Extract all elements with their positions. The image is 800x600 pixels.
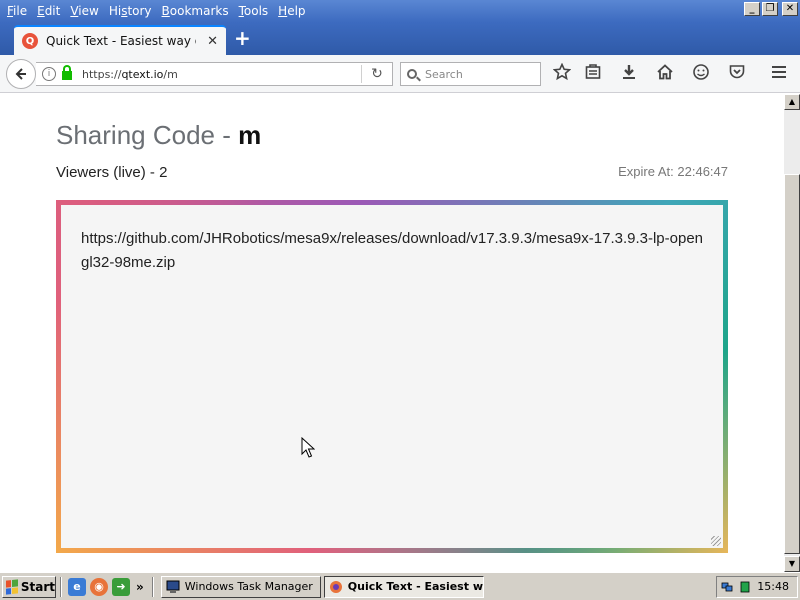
tab-quick-text[interactable]: Q Quick Text - Easiest way of o... ✕ bbox=[14, 25, 226, 55]
mouse-cursor-icon bbox=[301, 437, 315, 458]
tab-strip: Q Quick Text - Easiest way of o... ✕ + bbox=[0, 22, 800, 55]
close-window-button[interactable]: ✕ bbox=[782, 2, 798, 16]
clock: 15:48 bbox=[757, 580, 789, 593]
menu-edit[interactable]: Edit bbox=[32, 0, 65, 22]
menu-bar: File Edit View History Bookmarks Tools H… bbox=[0, 0, 311, 22]
taskbar: Start e ◉ ➜ » Windows Task Manager Quick… bbox=[0, 572, 800, 600]
search-icon bbox=[407, 69, 417, 79]
back-button[interactable] bbox=[6, 59, 36, 89]
page-content: Sharing Code - m Viewers (live) - 2 Expi… bbox=[0, 94, 784, 572]
vertical-scrollbar[interactable]: ▲ ▼ bbox=[784, 94, 800, 572]
quick-text-favicon-icon: Q bbox=[22, 33, 38, 49]
taskbar-separator bbox=[151, 576, 154, 597]
tab-close-icon[interactable]: ✕ bbox=[207, 34, 218, 49]
editor-gradient-frame: https://github.com/JHRobotics/mesa9x/rel… bbox=[56, 200, 728, 553]
network-icon[interactable] bbox=[721, 581, 733, 593]
menu-view[interactable]: View bbox=[65, 0, 103, 22]
downloads-icon[interactable] bbox=[618, 63, 640, 85]
show-desktop-icon[interactable]: ➜ bbox=[112, 577, 130, 596]
shared-text: https://github.com/JHRobotics/mesa9x/rel… bbox=[81, 230, 704, 271]
windows-logo-icon bbox=[6, 578, 18, 595]
quicklaunch-more-icon[interactable]: » bbox=[136, 580, 144, 594]
lock-icon bbox=[62, 65, 72, 80]
scroll-thumb[interactable] bbox=[784, 174, 800, 554]
bookmark-star-icon[interactable] bbox=[551, 62, 573, 85]
menu-history[interactable]: History bbox=[104, 0, 157, 22]
back-arrow-icon bbox=[15, 68, 26, 80]
start-button[interactable]: Start bbox=[2, 575, 56, 598]
home-icon[interactable] bbox=[654, 63, 676, 85]
battery-icon[interactable] bbox=[739, 581, 751, 593]
menu-file-label: ile bbox=[13, 4, 28, 18]
restore-button[interactable]: ❐ bbox=[762, 2, 778, 16]
task-windows-task-manager[interactable]: Windows Task Manager bbox=[160, 575, 321, 598]
pocket-icon[interactable] bbox=[726, 63, 748, 85]
reload-icon[interactable]: ↻ bbox=[362, 66, 392, 82]
scroll-down-icon[interactable]: ▼ bbox=[784, 556, 800, 572]
site-info-icon[interactable]: i bbox=[42, 67, 56, 81]
menu-file[interactable]: File bbox=[2, 0, 32, 22]
task-manager-icon bbox=[166, 580, 180, 593]
window-controls: _ ❐ ✕ bbox=[744, 2, 798, 16]
search-input[interactable]: Search bbox=[400, 62, 541, 86]
tab-title: Quick Text - Easiest way of o... bbox=[46, 34, 196, 48]
menu-bookmarks[interactable]: Bookmarks bbox=[157, 0, 234, 22]
firefox-quicklaunch-icon[interactable]: ◉ bbox=[90, 577, 108, 596]
page-title: Sharing Code - m bbox=[56, 120, 262, 150]
menu-tools[interactable]: Tools bbox=[234, 0, 274, 22]
minimize-button[interactable]: _ bbox=[744, 2, 760, 16]
new-tab-button[interactable]: + bbox=[234, 28, 251, 48]
scroll-up-icon[interactable]: ▲ bbox=[784, 94, 800, 110]
sharing-code: m bbox=[238, 120, 262, 150]
menu-hamburger-icon[interactable] bbox=[768, 63, 790, 85]
menu-help[interactable]: Help bbox=[273, 0, 310, 22]
ie-quicklaunch-icon[interactable]: e bbox=[68, 577, 86, 596]
firefox-icon bbox=[329, 580, 342, 593]
search-placeholder: Search bbox=[425, 67, 463, 81]
shared-text-area[interactable]: https://github.com/JHRobotics/mesa9x/rel… bbox=[61, 205, 723, 548]
title-bar: File Edit View History Bookmarks Tools H… bbox=[0, 0, 800, 22]
task-quick-text[interactable]: Quick Text - Easiest w... bbox=[323, 575, 484, 598]
expire-time: Expire At: 22:46:47 bbox=[618, 164, 728, 179]
system-tray: 15:48 bbox=[716, 575, 798, 598]
url-bar[interactable]: i https://qtext.io/m ↻ bbox=[36, 62, 393, 86]
resize-grip-icon[interactable] bbox=[711, 536, 721, 546]
start-label: Start bbox=[20, 579, 55, 594]
viewers-count: Viewers (live) - 2 bbox=[56, 164, 168, 181]
url-text[interactable]: https://qtext.io/m bbox=[82, 68, 361, 81]
smiley-icon[interactable] bbox=[690, 63, 712, 85]
taskbar-separator bbox=[60, 576, 62, 597]
library-icon[interactable] bbox=[582, 63, 604, 85]
